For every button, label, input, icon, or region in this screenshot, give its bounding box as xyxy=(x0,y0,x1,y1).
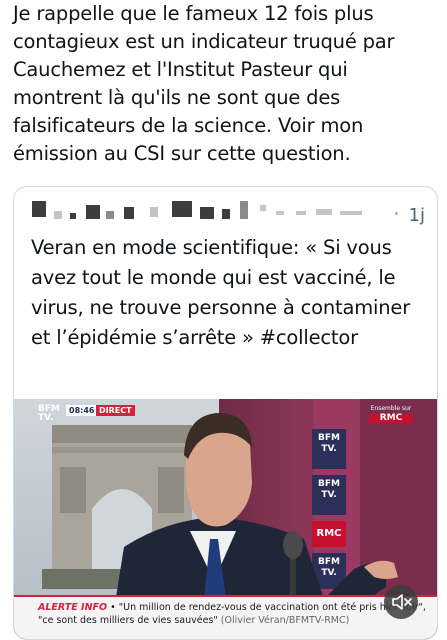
redacted-name-part xyxy=(240,201,248,219)
redacted-name-part xyxy=(150,207,158,217)
volume-muted-icon xyxy=(392,594,412,610)
redacted-handle xyxy=(316,209,332,215)
rmc-corner-mark: RMC xyxy=(369,414,413,423)
redacted-handle xyxy=(276,211,284,215)
redacted-name-part xyxy=(106,211,114,219)
mute-button[interactable] xyxy=(384,585,418,619)
quoted-tweet-card[interactable]: · 1j Veran en mode scientifique: « Si vo… xyxy=(13,186,438,640)
separator-dot: · xyxy=(393,204,399,223)
ticker-source: (Olivier Véran/BFMTV-RMC) xyxy=(220,615,350,626)
quoted-tweet-text: Veran en mode scientifique: « Si vous av… xyxy=(31,236,411,349)
tweet-text: Je rappelle que le fameux 12 fois plus c… xyxy=(13,2,395,165)
ticker-alert-label: ALERTE INFO xyxy=(38,602,108,613)
rmc-corner-logo: Ensemble sur RMC xyxy=(369,405,413,423)
redacted-avatar xyxy=(32,201,46,217)
redacted-handle xyxy=(296,211,306,215)
quoted-tweet-author-redacted[interactable]: · 1j xyxy=(14,197,437,227)
ticker-bullet: • xyxy=(107,602,116,613)
rmc-corner-caption: Ensemble sur xyxy=(370,405,412,412)
direct-badge: DIRECT xyxy=(96,405,135,416)
live-time-badge: 08:46 xyxy=(66,405,98,416)
redacted-name-part xyxy=(124,207,134,219)
quoted-tweet-time[interactable]: 1j xyxy=(409,205,425,226)
redacted-name-part xyxy=(70,213,76,219)
redacted-handle xyxy=(340,211,362,215)
redacted-name-part xyxy=(222,209,230,219)
quoted-tweet-video[interactable]: BFM TV. BFM TV. RMC BFM TV. BFM TV. 08:4… xyxy=(14,399,437,639)
redacted-name-part xyxy=(200,207,214,219)
bfm-channel-logo: BFM TV. xyxy=(38,404,60,423)
news-ticker: ALERTE INFO • "Un million de rendez-vous… xyxy=(14,595,437,639)
redacted-name-part xyxy=(54,211,62,219)
redacted-name-part xyxy=(172,201,192,217)
redacted-handle xyxy=(260,205,266,211)
redacted-name-part xyxy=(86,205,100,219)
